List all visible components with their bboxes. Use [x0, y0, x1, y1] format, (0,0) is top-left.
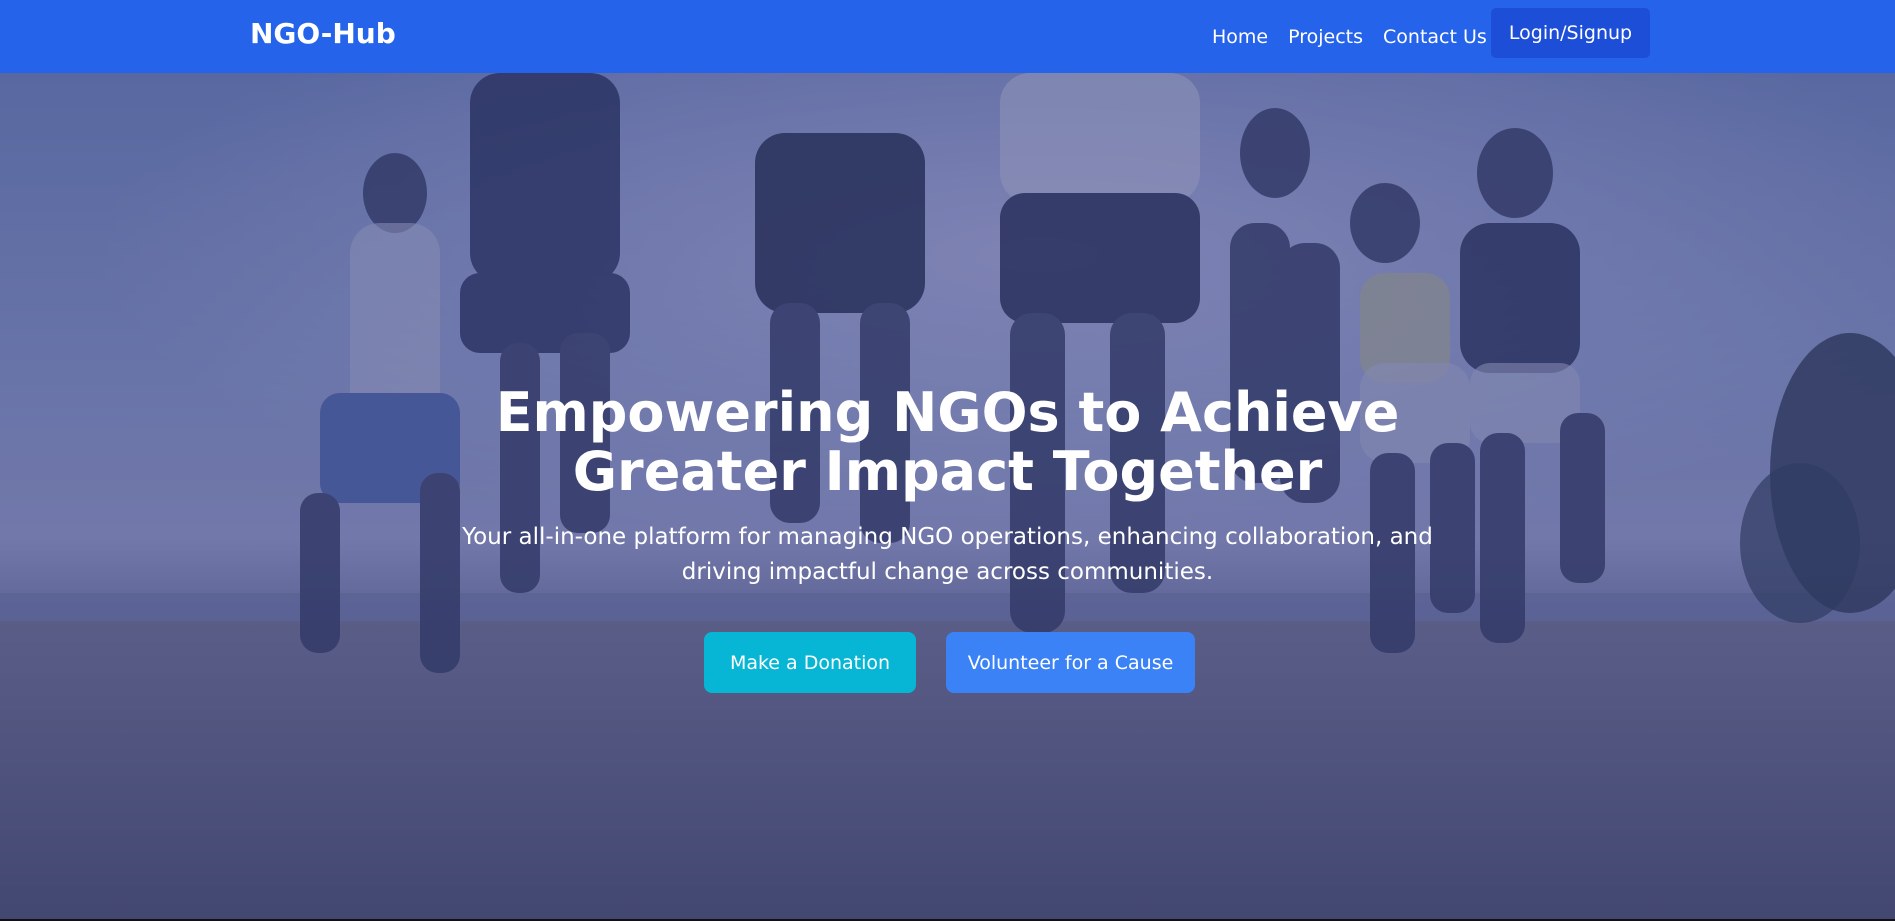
nav-links: Home Projects Contact Us: [1212, 0, 1507, 73]
hero-subtitle: Your all-in-one platform for managing NG…: [462, 524, 1433, 585]
brand-logo[interactable]: NGO-Hub: [250, 17, 396, 51]
hero-section: Empowering NGOs to Achieve Greater Impac…: [0, 73, 1895, 921]
login-signup-button[interactable]: Login/Signup: [1491, 8, 1650, 58]
volunteer-button[interactable]: Volunteer for a Cause: [946, 632, 1195, 693]
nav-link-contact[interactable]: Contact Us: [1383, 26, 1487, 48]
nav-link-home[interactable]: Home: [1212, 26, 1268, 48]
nav-link-projects[interactable]: Projects: [1288, 26, 1363, 48]
hero-title-line1: Empowering NGOs to Achieve: [495, 381, 1400, 444]
hero-title-line2: Greater Impact Together: [572, 440, 1323, 503]
hero-content: Empowering NGOs to Achieve Greater Impac…: [0, 73, 1895, 921]
hero-title: Empowering NGOs to Achieve Greater Impac…: [0, 383, 1895, 501]
make-donation-button[interactable]: Make a Donation: [704, 632, 916, 693]
top-navbar: NGO-Hub Home Projects Contact Us Login/S…: [0, 0, 1895, 73]
